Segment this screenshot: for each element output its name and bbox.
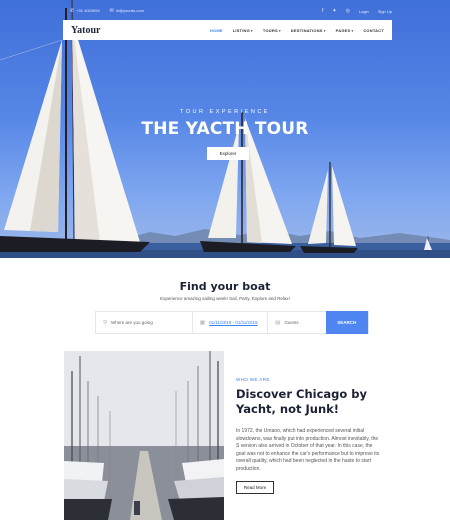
nav-item-contact[interactable]: CONTACT <box>363 28 384 33</box>
email-info[interactable]: ✉ hi@yourdo.com <box>110 8 144 14</box>
hero-subtitle: TOUR EXPERIENCE <box>180 109 270 115</box>
nav-item-pages[interactable]: PAGES▾ <box>336 28 354 33</box>
section-eyebrow: WHO WE ARE <box>236 377 270 382</box>
find-boat-subtitle: Experience amazing sailing week! Sail, P… <box>160 296 290 301</box>
chevron-down-icon: ▾ <box>351 28 354 33</box>
twitter-icon[interactable]: ✦ <box>332 8 336 14</box>
nav-item-tours[interactable]: TOURS▾ <box>263 28 281 33</box>
find-boat-title: Find your boat <box>179 280 271 293</box>
instagram-icon[interactable]: ◎ <box>346 8 350 14</box>
chevron-down-icon: ▾ <box>278 28 281 33</box>
search-button[interactable]: SEARCH <box>325 311 368 334</box>
explorer-button[interactable]: Explorer <box>207 147 249 160</box>
phone-info[interactable]: ✆ +31 4020594 <box>70 8 100 14</box>
guests-icon: ▤ <box>275 319 281 326</box>
guests-field[interactable]: ▤ Guests <box>268 312 325 333</box>
boat-search-form: ⚲ Where are you going ▦ 01/11/2019 - 01/… <box>95 311 369 334</box>
hero-banner: ✆ +31 4020594 ✉ hi@yourdo.com f ✦ ◎ Login … <box>0 0 450 258</box>
date-range-value: 01/11/2019 - 01/11/2019 <box>209 320 258 325</box>
about-title: Discover Chicago by Yacht, not Junk! <box>236 387 368 416</box>
signup-link[interactable]: Sign Up <box>378 9 392 14</box>
location-pin-icon: ⚲ <box>103 319 108 326</box>
destination-placeholder: Where are you going <box>111 320 153 325</box>
hero-title: THE YACTH TOUR <box>141 119 309 139</box>
nav-item-listing-label: LISTING <box>232 27 250 33</box>
nav-item-home[interactable]: HOME <box>210 28 223 33</box>
nav-item-destinations-label: DESTINATIONS <box>290 27 323 33</box>
chevron-down-icon: ▾ <box>323 28 326 33</box>
phone-icon: ✆ <box>70 8 75 14</box>
top-bar-actions: f ✦ ◎ Login Sign Up <box>322 8 392 14</box>
site-logo[interactable]: Yatour <box>71 25 100 36</box>
marina-photo <box>64 351 224 520</box>
nav-menu: HOME LISTING▾ TOURS▾ DESTINATIONS▾ PAGES… <box>210 28 384 33</box>
phone-number: +31 4020594 <box>76 8 100 13</box>
calendar-icon: ▦ <box>199 319 206 326</box>
nav-item-pages-label: PAGES <box>335 27 351 33</box>
facebook-icon[interactable]: f <box>322 8 323 14</box>
contact-info: ✆ +31 4020594 ✉ hi@yourdo.com <box>70 8 144 14</box>
date-range-field[interactable]: ▦ 01/11/2019 - 01/11/2019 <box>193 312 269 333</box>
about-description: In 1972, the Umaoo, which had experience… <box>236 428 380 472</box>
nav-item-destinations[interactable]: DESTINATIONS▾ <box>291 28 326 33</box>
login-link[interactable]: Login <box>359 9 369 14</box>
mail-icon: ✉ <box>109 8 114 14</box>
nav-item-tours-label: TOURS <box>262 27 278 33</box>
main-navbar: Yatour HOME LISTING▾ TOURS▾ DESTINATIONS… <box>63 20 392 40</box>
marina-photo-image <box>64 351 224 520</box>
chevron-down-icon: ▾ <box>250 28 253 33</box>
guests-placeholder: Guests <box>284 320 299 325</box>
destination-field[interactable]: ⚲ Where are you going <box>96 312 193 333</box>
top-bar: ✆ +31 4020594 ✉ hi@yourdo.com f ✦ ◎ Login … <box>70 6 392 16</box>
nav-item-listing[interactable]: LISTING▾ <box>233 28 253 33</box>
email-address: hi@yourdo.com <box>115 8 144 13</box>
read-more-button[interactable]: Read More <box>236 481 274 494</box>
